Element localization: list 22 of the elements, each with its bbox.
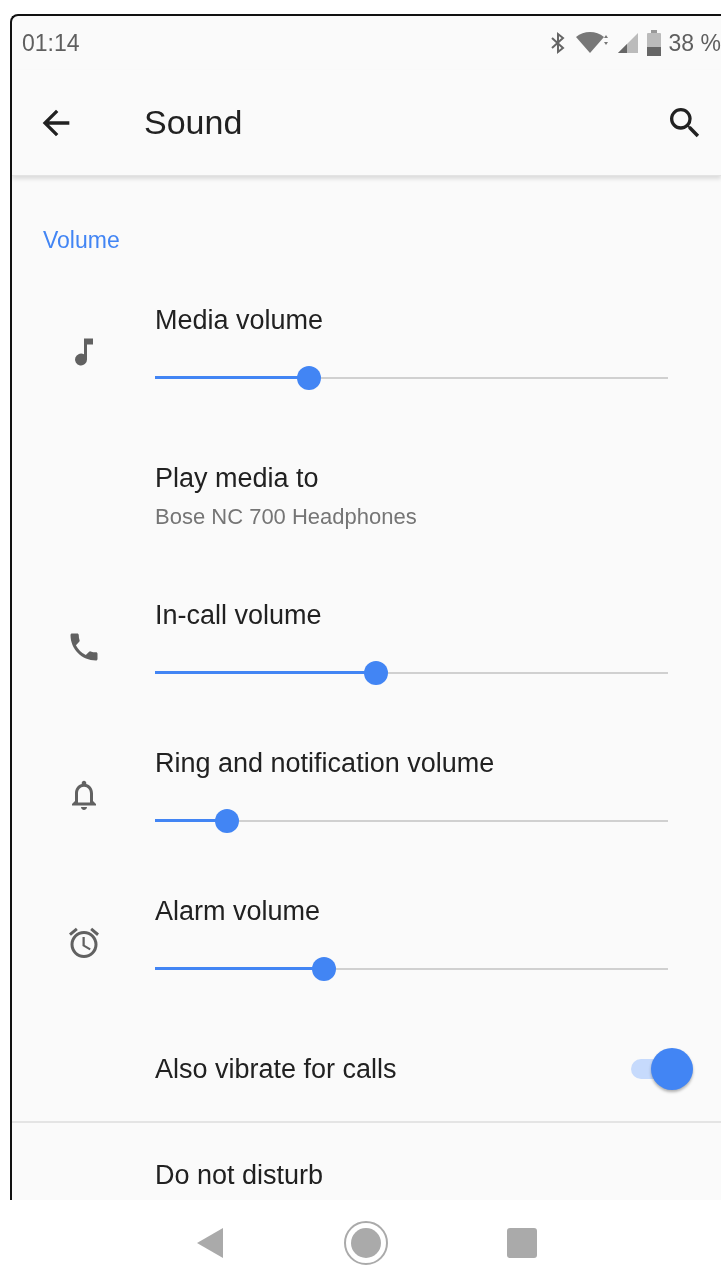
setting-title: Alarm volume <box>155 895 322 928</box>
recents-nav-icon[interactable] <box>506 1227 537 1258</box>
setting-title: Ring and notification volume <box>155 747 496 780</box>
home-nav-icon[interactable] <box>342 1219 389 1266</box>
setting-title: Media volume <box>155 304 325 337</box>
signal-icon <box>616 32 639 54</box>
volume-slider[interactable] <box>155 365 668 391</box>
battery-percentage: 38 % <box>668 28 721 58</box>
output-device-setting[interactable]: Play media to Bose NC 700 Headphones <box>155 460 668 532</box>
page-title: Sound <box>144 102 243 143</box>
wifi-icon <box>574 31 609 55</box>
clock-time: 01:14 <box>22 28 80 58</box>
section-header: Volume <box>42 226 121 255</box>
setting-title: Do not disturb <box>155 1159 325 1192</box>
volume-slider[interactable] <box>155 808 668 834</box>
setting-title: Also vibrate for calls <box>155 1053 397 1086</box>
volume-slider[interactable] <box>155 660 668 686</box>
setting-title: In-call volume <box>155 599 323 632</box>
battery-icon <box>646 30 661 56</box>
setting-subtitle: Bose NC 700 Headphones <box>155 503 418 531</box>
volume-slider[interactable] <box>155 956 668 982</box>
setting-title: Play media to <box>155 462 320 495</box>
